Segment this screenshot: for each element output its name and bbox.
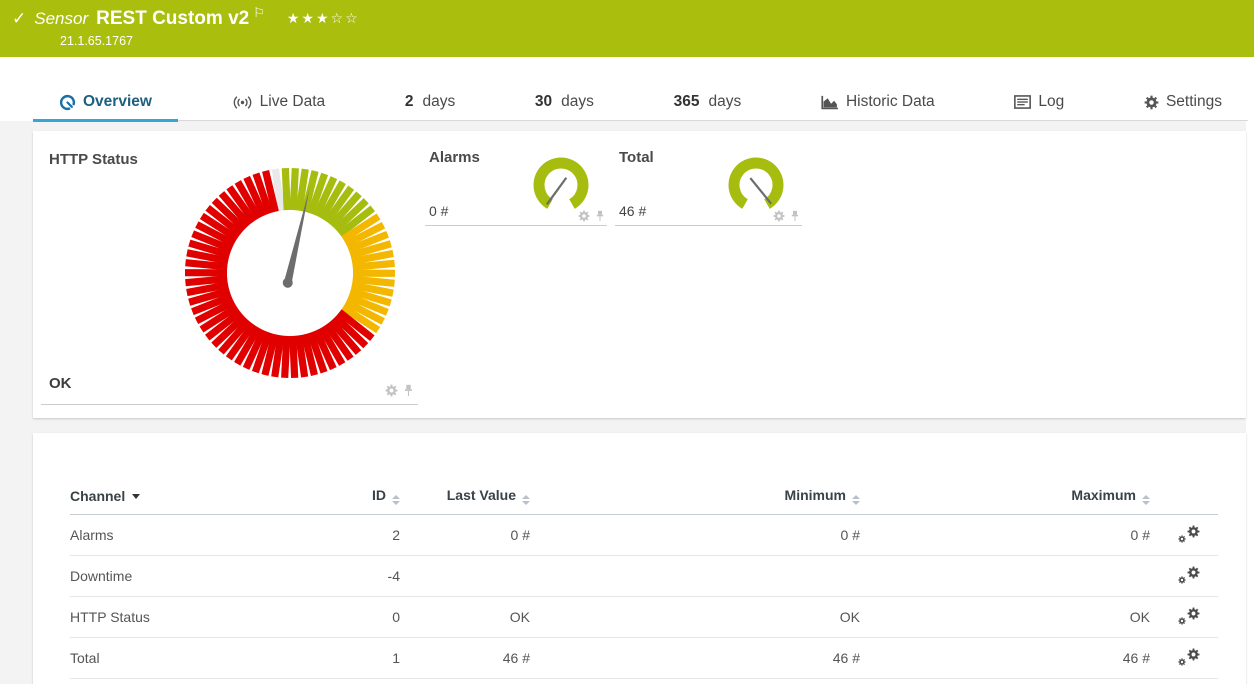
area-chart-icon — [821, 95, 839, 110]
channel-value: 0 # — [429, 203, 448, 219]
channel-settings-button[interactable] — [1150, 638, 1218, 679]
cell-minimum: 0 # — [530, 515, 860, 556]
gauges-panel: HTTP Status OK Alarms 0 # Total 46 # — [33, 131, 1246, 418]
main-content: HTTP Status OK Alarms 0 # Total 46 # — [0, 121, 1246, 684]
tab-settings-label: Settings — [1166, 93, 1222, 111]
gear-icon[interactable] — [773, 210, 785, 222]
tab-30-days[interactable]: 30 days — [509, 88, 620, 122]
channel-settings-button[interactable] — [1150, 556, 1218, 597]
tab-log[interactable]: Log — [988, 88, 1090, 122]
tab-live-data-label: Live Data — [260, 93, 325, 111]
tab-historic-data[interactable]: Historic Data — [795, 88, 961, 122]
cell-minimum: 46 # — [530, 638, 860, 679]
channel-block-alarms: Alarms 0 # — [425, 143, 607, 226]
tabbar: Overview Live Data 2 days 30 — [33, 88, 1248, 121]
cell-maximum: OK — [860, 597, 1150, 638]
cell-id: 1 — [320, 638, 400, 679]
channel-settings-button[interactable] — [1150, 597, 1218, 638]
channels-table-panel: Channel ID Last Value Minimum Maximum — [33, 433, 1246, 684]
tab-historic-data-label: Historic Data — [846, 93, 935, 111]
cell-minimum: OK — [530, 597, 860, 638]
tab-overview-label: Overview — [83, 93, 152, 111]
cell-id: 2 — [320, 515, 400, 556]
sort-icon — [852, 495, 860, 505]
cell-last-value: OK — [400, 597, 530, 638]
channel-block-total: Total 46 # — [615, 143, 802, 226]
tab-overview[interactable]: Overview — [33, 88, 178, 122]
channel-title: Alarms — [429, 149, 480, 166]
sensor-name: REST Custom v2 — [96, 8, 249, 30]
tab-365-days[interactable]: 365 days — [648, 88, 768, 122]
table-row: Alarms 2 0 # 0 # 0 # — [70, 515, 1218, 556]
status-ok-check-icon: ✓ — [12, 9, 26, 29]
table-row: Total 1 46 # 46 # 46 # — [70, 638, 1218, 679]
tab-2-days-label: days — [422, 93, 455, 111]
cell-maximum: 46 # — [860, 638, 1150, 679]
sort-icon — [392, 495, 400, 505]
double-gear-icon — [1178, 525, 1200, 543]
tab-log-label: Log — [1038, 93, 1064, 111]
column-header-last-value[interactable]: Last Value — [400, 479, 530, 515]
channel-title: HTTP Status — [49, 151, 138, 168]
gear-icon[interactable] — [578, 210, 590, 222]
gauge-icon — [59, 94, 76, 111]
channel-block-http-status: HTTP Status OK — [41, 143, 418, 405]
cell-last-value: 0 # — [400, 515, 530, 556]
cell-channel[interactable]: Alarms — [70, 515, 320, 556]
gear-icon[interactable] — [385, 384, 398, 397]
live-broadcast-icon — [232, 95, 253, 110]
gear-icon — [1144, 95, 1159, 110]
tab-2-days[interactable]: 2 days — [379, 88, 481, 122]
priority-stars[interactable]: ★★★☆☆ — [287, 10, 360, 27]
cell-channel[interactable]: HTTP Status — [70, 597, 320, 638]
tab-30-days-label: days — [561, 93, 594, 111]
table-header-row: Channel ID Last Value Minimum Maximum — [70, 479, 1218, 515]
double-gear-icon — [1178, 648, 1200, 666]
column-header-maximum[interactable]: Maximum — [860, 479, 1150, 515]
pin-icon[interactable] — [403, 384, 414, 397]
tab-365-days-number: 365 — [674, 93, 700, 111]
sort-desc-icon — [132, 494, 140, 499]
cell-id: -4 — [320, 556, 400, 597]
tab-settings[interactable]: Settings — [1118, 88, 1248, 122]
tab-live-data[interactable]: Live Data — [206, 88, 351, 122]
cell-maximum: 0 # — [860, 515, 1150, 556]
cell-channel[interactable]: Downtime — [70, 556, 320, 597]
column-header-channel[interactable]: Channel — [70, 479, 320, 515]
sensor-header: ✓ Sensor REST Custom v2 ⚐ ★★★☆☆ 21.1.65.… — [0, 0, 1254, 57]
double-gear-icon — [1178, 607, 1200, 625]
tabbar-wrap: Overview Live Data 2 days 30 — [0, 57, 1254, 121]
tab-30-days-number: 30 — [535, 93, 552, 111]
cell-channel[interactable]: Total — [70, 638, 320, 679]
pin-icon[interactable] — [595, 210, 605, 222]
channel-title: Total — [619, 149, 654, 166]
cell-last-value — [400, 556, 530, 597]
column-header-minimum[interactable]: Minimum — [530, 479, 860, 515]
tab-365-days-label: days — [708, 93, 741, 111]
sort-icon — [1142, 495, 1150, 505]
http-status-gauge — [183, 166, 397, 380]
cell-minimum — [530, 556, 860, 597]
column-header-id[interactable]: ID — [320, 479, 400, 515]
double-gear-icon — [1178, 566, 1200, 584]
tab-2-days-number: 2 — [405, 93, 414, 111]
channel-settings-button[interactable] — [1150, 515, 1218, 556]
channel-value: 46 # — [619, 203, 646, 219]
table-row: HTTP Status 0 OK OK OK — [70, 597, 1218, 638]
pin-icon[interactable] — [790, 210, 800, 222]
sort-icon — [522, 495, 530, 505]
channel-status-value: OK — [49, 375, 72, 392]
flag-icon[interactable]: ⚐ — [253, 5, 265, 21]
cell-last-value: 46 # — [400, 638, 530, 679]
version-label: 21.1.65.1767 — [60, 34, 1254, 48]
table-row: Downtime -4 — [70, 556, 1218, 597]
log-list-icon — [1014, 95, 1031, 109]
cell-id: 0 — [320, 597, 400, 638]
object-kind-label: Sensor — [34, 9, 88, 29]
cell-maximum — [860, 556, 1150, 597]
channels-table: Channel ID Last Value Minimum Maximum — [70, 479, 1218, 679]
